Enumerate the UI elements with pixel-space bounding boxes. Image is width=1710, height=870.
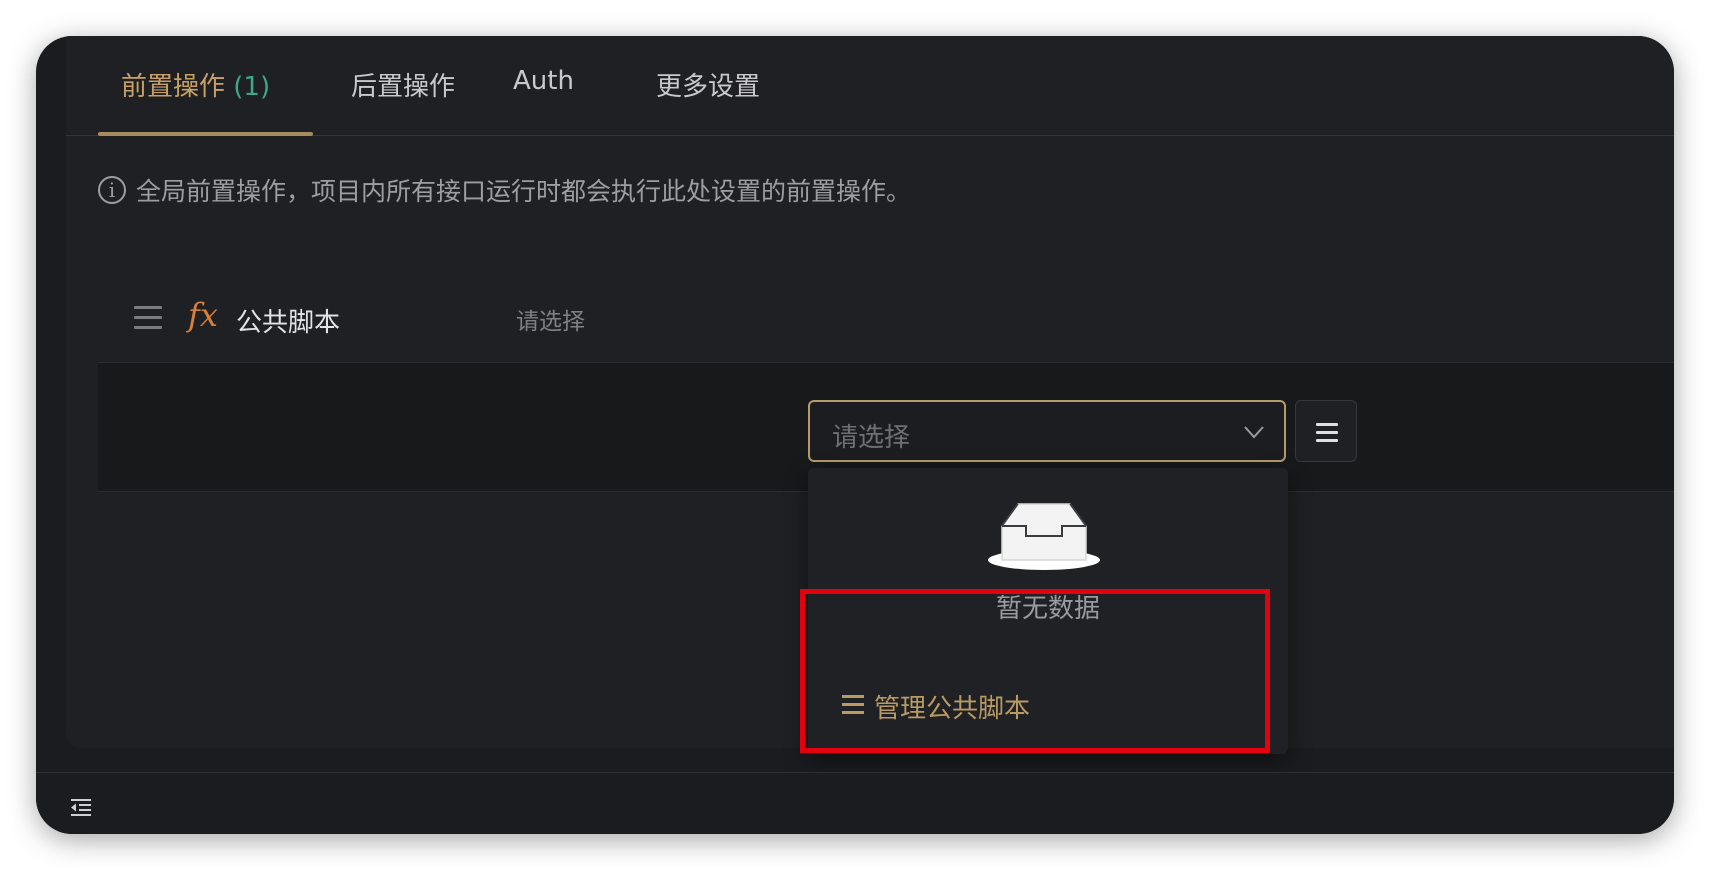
- tab-more-settings[interactable]: 更多设置: [656, 66, 760, 103]
- active-tab-indicator: [98, 132, 313, 136]
- operation-label: 公共脚本: [236, 308, 341, 338]
- select-placeholder: 请选择: [832, 423, 911, 453]
- tab-count-badge: (1): [233, 72, 271, 102]
- manage-link-label: 管理公共脚本: [874, 694, 1031, 724]
- tab-bar: 前置操作 (1) 后置操作 Auth 更多设置: [66, 36, 1674, 136]
- chevron-down-icon: [1244, 426, 1264, 439]
- info-notice: i 全局前置操作，项目内所有接口运行时都会执行此处设置的前置操作。: [98, 172, 911, 208]
- manage-public-scripts-link[interactable]: 管理公共脚本: [842, 688, 1030, 725]
- operation-summary: 请选择: [516, 309, 585, 335]
- settings-panel: 前置操作 (1) 后置操作 Auth 更多设置 i 全局前置操作，项目内所有接口…: [66, 36, 1674, 754]
- function-icon: fx: [188, 296, 218, 334]
- footer-bar: [36, 772, 1674, 834]
- app-window: 前置操作 (1) 后置操作 Auth 更多设置 i 全局前置操作，项目内所有接口…: [36, 36, 1674, 834]
- info-icon: i: [98, 176, 126, 204]
- tab-label: Auth: [513, 66, 574, 96]
- manage-scripts-button[interactable]: [1295, 400, 1357, 462]
- tab-pre-operations[interactable]: 前置操作 (1): [121, 66, 270, 103]
- drag-handle-icon[interactable]: [134, 306, 162, 336]
- operation-row: fx 公共脚本 请选择: [98, 294, 798, 344]
- empty-inbox-icon: [988, 503, 1100, 570]
- collapse-sidebar-icon[interactable]: [70, 797, 92, 819]
- tab-post-operations[interactable]: 后置操作: [351, 66, 455, 103]
- menu-icon: [1316, 423, 1338, 447]
- tab-label: 后置操作: [351, 72, 456, 102]
- select-dropdown: 暂无数据 管理公共脚本: [808, 468, 1288, 754]
- empty-state-text: 暂无数据: [995, 594, 1100, 624]
- list-icon: [842, 694, 864, 719]
- tab-label: 前置操作: [121, 72, 226, 102]
- info-text: 全局前置操作，项目内所有接口运行时都会执行此处设置的前置操作。: [136, 177, 912, 206]
- tab-auth[interactable]: Auth: [513, 66, 574, 96]
- tab-label: 更多设置: [656, 72, 761, 102]
- script-select[interactable]: 请选择: [808, 400, 1286, 462]
